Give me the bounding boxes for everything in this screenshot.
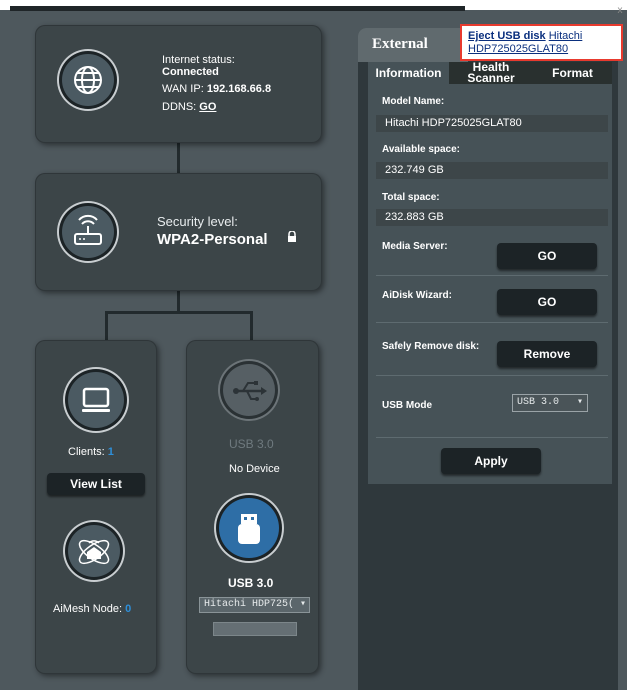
media-server-label: Media Server: xyxy=(382,241,448,252)
usb-drive-icon[interactable] xyxy=(219,498,279,558)
tab-information[interactable]: Information xyxy=(368,62,449,84)
panel-title: External xyxy=(372,36,428,52)
usb-card: USB 3.0 No Device USB 3.0 Hitachi HDP725… xyxy=(186,340,319,674)
chevron-down-icon: ▾ xyxy=(299,599,306,610)
wan-ip-label: WAN IP: xyxy=(162,83,204,95)
clients-label: Clients: xyxy=(68,446,105,458)
usb-usage-bar xyxy=(213,622,297,636)
close-icon[interactable]: x xyxy=(614,5,626,17)
row-separator xyxy=(376,322,608,323)
wan-ip-row: WAN IP: 192.168.66.8 xyxy=(162,82,271,96)
globe-icon[interactable] xyxy=(62,54,114,106)
usb-mode-select-value: USB 3.0 xyxy=(517,397,560,408)
router-network-map: Internet status: Connected WAN IP: 192.1… xyxy=(0,0,627,690)
wan-ip-value: 192.168.66.8 xyxy=(206,83,272,95)
panel-header-tab: External xyxy=(358,28,468,62)
tab-format[interactable]: Format xyxy=(533,62,612,84)
available-space-value: 232.749 GB xyxy=(376,162,608,179)
connector-line xyxy=(105,311,108,343)
usb-disk-select[interactable]: Hitachi HDP725( ▾ xyxy=(199,597,310,613)
row-separator xyxy=(376,375,608,376)
panel-tabs: Information Health Scanner Format xyxy=(368,61,612,84)
header-strip xyxy=(10,6,465,11)
usb-empty-title: USB 3.0 xyxy=(229,437,274,451)
tab-health-scanner[interactable]: Health Scanner xyxy=(451,61,531,84)
usb-device-title: USB 3.0 xyxy=(228,576,274,590)
available-space-label: Available space: xyxy=(382,144,461,155)
ddns-label: DDNS: xyxy=(162,101,197,113)
connector-line xyxy=(177,290,180,312)
ddns-go-link[interactable]: GO xyxy=(199,101,216,113)
aidisk-wizard-go-button[interactable]: GO xyxy=(497,289,597,315)
connector-line xyxy=(105,311,252,314)
safely-remove-label: Safely Remove disk: xyxy=(382,341,480,352)
clients-row: Clients: 1 xyxy=(68,445,114,459)
ddns-row: DDNS: GO xyxy=(162,100,216,114)
usb-empty-icon xyxy=(223,364,275,416)
chevron-down-icon: ▾ xyxy=(576,397,583,408)
aidisk-wizard-label: AiDisk Wizard: xyxy=(382,290,452,301)
aimesh-count[interactable]: 0 xyxy=(125,603,131,615)
aimesh-label: AiMesh Node: xyxy=(53,603,123,615)
connector-line xyxy=(177,143,180,173)
router-icon[interactable] xyxy=(62,206,114,258)
connector-line xyxy=(250,311,253,343)
computer-icon[interactable] xyxy=(68,372,124,428)
clients-count[interactable]: 1 xyxy=(108,446,114,458)
clients-card[interactable]: Clients: 1 View List AiMesh Node: 0 xyxy=(35,340,157,674)
row-separator xyxy=(376,275,608,276)
security-level-value: WPA2-Personal xyxy=(157,231,268,248)
usb-mode-select[interactable]: USB 3.0 ▾ xyxy=(512,394,588,412)
router-card[interactable]: Security level: WPA2-Personal xyxy=(35,173,322,291)
model-name-value: Hitachi HDP725025GLAT80 xyxy=(376,115,608,132)
view-list-button[interactable]: View List xyxy=(47,473,145,495)
remove-disk-button[interactable]: Remove xyxy=(497,341,597,367)
aimesh-node-icon[interactable] xyxy=(68,525,120,577)
internet-status-value: Connected xyxy=(162,66,219,78)
media-server-go-button[interactable]: GO xyxy=(497,243,597,269)
internet-card[interactable]: Internet status: Connected WAN IP: 192.1… xyxy=(35,25,322,143)
eject-usb-text[interactable]: Eject USB disk Hitachi HDP725025GLAT80 xyxy=(468,30,618,56)
total-space-label: Total space: xyxy=(382,192,440,203)
usb-disk-select-value: Hitachi HDP725( xyxy=(204,599,295,610)
row-separator xyxy=(376,437,608,438)
usb-empty-status: No Device xyxy=(229,463,280,475)
total-space-value: 232.883 GB xyxy=(376,209,608,226)
lock-icon xyxy=(287,230,297,248)
aimesh-row: AiMesh Node: 0 xyxy=(53,602,131,616)
apply-button[interactable]: Apply xyxy=(441,448,541,474)
eject-usb-title[interactable]: Eject USB disk xyxy=(468,30,546,42)
usb-mode-label: USB Mode xyxy=(382,400,432,411)
security-level-label: Security level: xyxy=(157,214,238,229)
eject-usb-tooltip[interactable]: Eject USB disk Hitachi HDP725025GLAT80 xyxy=(460,24,623,61)
model-name-label: Model Name: xyxy=(382,96,445,107)
